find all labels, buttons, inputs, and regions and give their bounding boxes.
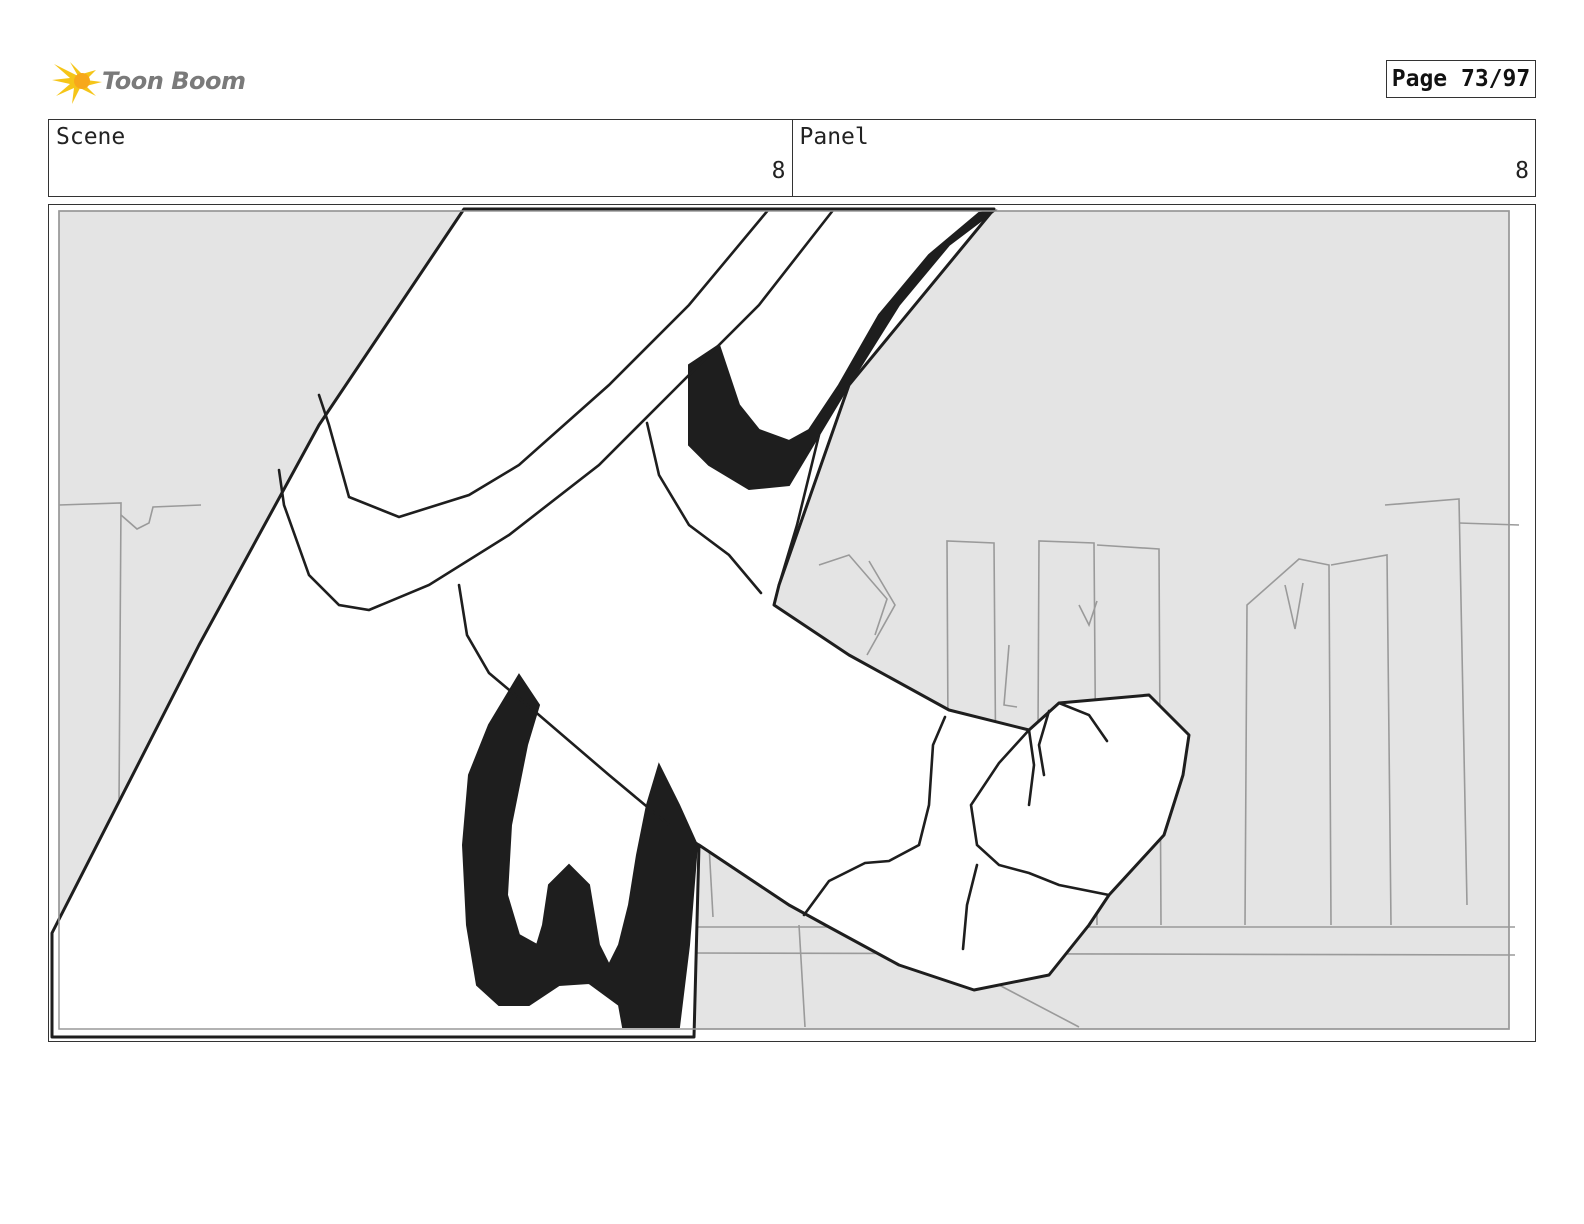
panel-value: 8: [1515, 158, 1529, 184]
storyboard-panel: [48, 204, 1536, 1042]
scene-panel-header: Scene 8 Panel 8: [48, 119, 1536, 197]
panel-cell: Panel 8: [791, 120, 1536, 196]
panel-label: Panel: [799, 124, 869, 150]
scene-value: 8: [771, 158, 786, 184]
starburst-icon: [52, 62, 102, 104]
scene-label: Scene: [56, 124, 126, 150]
scene-cell: Scene 8: [49, 120, 792, 196]
page-number: Page 73/97: [1386, 60, 1536, 98]
logo-text: Toon Boom: [102, 67, 246, 95]
storyboard-drawing: [50, 207, 1520, 1039]
toon-boom-logo: Toon Boom: [52, 56, 252, 106]
